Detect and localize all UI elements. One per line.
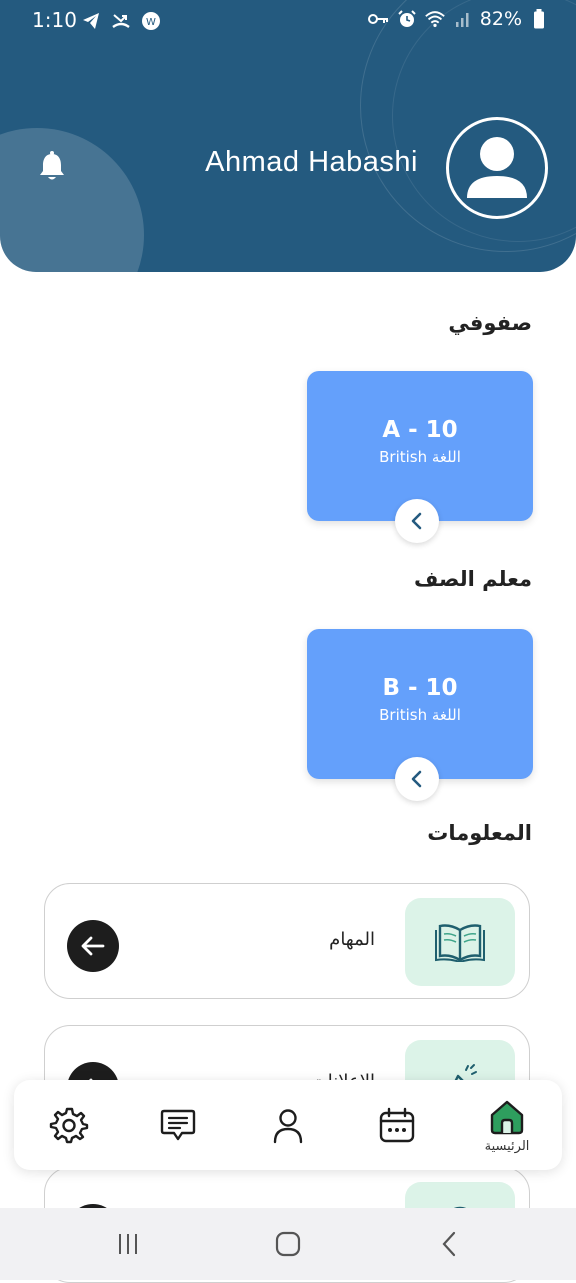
open-class-button[interactable] <box>395 757 439 801</box>
profile-icon <box>273 1109 303 1144</box>
home-square-icon <box>275 1231 301 1257</box>
decorative-circle <box>0 128 144 272</box>
bottom-navigation: الرئيسية <box>14 1080 562 1170</box>
info-item-tasks[interactable]: المهام <box>44 883 530 999</box>
class-name: A - 10 <box>382 417 458 443</box>
missed-call-icon <box>110 10 132 32</box>
user-name: Ahmad Habashi <box>205 146 418 178</box>
class-card[interactable]: A - 10 British اللغة <box>307 371 533 543</box>
battery-icon <box>528 8 550 30</box>
status-bar: 1:10 W 82% <box>0 0 576 44</box>
status-time: 1:10 <box>32 8 77 32</box>
avatar[interactable] <box>446 117 548 219</box>
nav-home-label: الرئيسية <box>484 1138 530 1154</box>
class-language: British اللغة <box>379 448 461 466</box>
information-title: المعلومات <box>427 821 532 845</box>
open-class-button[interactable] <box>395 499 439 543</box>
profile-header: 1:10 W 82% Ahmad Habashi <box>0 0 576 272</box>
user-avatar-icon <box>467 137 527 198</box>
wifi-icon <box>424 8 446 30</box>
nav-settings[interactable] <box>24 1080 114 1170</box>
alarm-icon <box>396 8 418 30</box>
nav-profile[interactable] <box>243 1080 333 1170</box>
signal-icon <box>452 8 474 30</box>
chevron-left-icon <box>411 512 422 530</box>
recent-apps-icon <box>119 1234 137 1254</box>
messages-icon <box>160 1109 196 1141</box>
home-icon <box>490 1100 524 1134</box>
teacher-class-card[interactable]: B - 10 British اللغة <box>307 629 533 801</box>
calendar-icon <box>379 1107 415 1143</box>
settings-icon <box>49 1107 89 1144</box>
notifications-bell-icon[interactable] <box>36 150 68 184</box>
app-notification-icon: W <box>140 10 162 32</box>
key-icon <box>367 8 390 30</box>
class-name: B - 10 <box>382 675 458 701</box>
my-classes-title: صفوفي <box>448 311 532 335</box>
battery-percentage: 82% <box>479 8 522 30</box>
svg-text:W: W <box>146 17 156 28</box>
back-system-button[interactable] <box>430 1226 470 1262</box>
chevron-left-icon <box>411 770 422 788</box>
open-tasks-button[interactable] <box>67 920 119 972</box>
system-navigation-bar <box>0 1208 576 1280</box>
arrow-left-icon <box>81 936 105 956</box>
home-system-button[interactable] <box>268 1226 308 1262</box>
info-item-label: المهام <box>329 929 375 950</box>
class-language: British اللغة <box>379 706 461 724</box>
open-book-icon <box>435 924 485 962</box>
class-teacher-title: معلم الصف <box>414 567 532 591</box>
nav-messages[interactable] <box>133 1080 223 1170</box>
nav-calendar[interactable] <box>352 1080 442 1170</box>
telegram-icon <box>80 10 102 32</box>
info-icon-box <box>405 898 515 986</box>
back-chevron-icon <box>442 1231 456 1257</box>
nav-home[interactable]: الرئيسية <box>462 1080 552 1170</box>
recent-apps-button[interactable] <box>108 1226 148 1262</box>
